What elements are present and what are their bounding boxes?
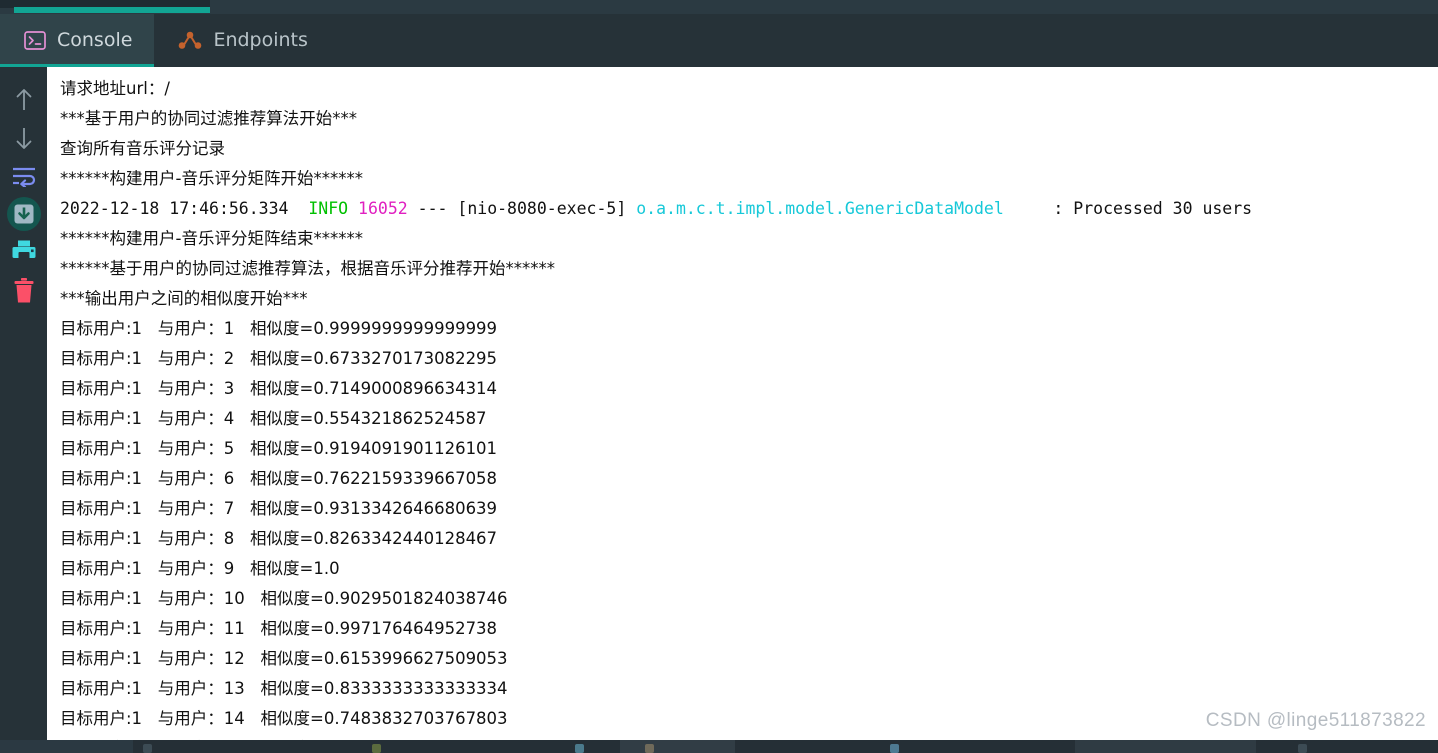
log-line: 目标用户:1 与用户：10 相似度=0.9029501824038746 <box>60 584 1438 614</box>
log-line-text: ***输出用户之间的相似度开始*** <box>60 289 308 308</box>
log-line-text: 目标用户:1 与用户：7 相似度=0.9313342646680639 <box>60 499 498 518</box>
log-line-text: ******构建用户-音乐评分矩阵结束****** <box>60 229 363 248</box>
arrow-down-icon <box>13 125 35 151</box>
log-line-text: 目标用户:1 与用户：9 相似度=1.0 <box>60 559 340 578</box>
log-line: 目标用户:1 与用户：9 相似度=1.0 <box>60 554 1438 584</box>
log-timestamp: 2022-12-18 17:46:56.334 <box>60 199 309 218</box>
top-progress-strip <box>0 0 1438 14</box>
log-line: 查询所有音乐评分记录 <box>60 134 1438 164</box>
log-line: 目标用户:1 与用户：11 相似度=0.997176464952738 <box>60 614 1438 644</box>
log-line: ******基于用户的协同过滤推荐算法，根据音乐评分推荐开始****** <box>60 254 1438 284</box>
log-line: 目标用户:1 与用户：1 相似度=0.9999999999999999 <box>60 314 1438 344</box>
log-line: 目标用户:1 与用户：7 相似度=0.9313342646680639 <box>60 494 1438 524</box>
log-line-text: ******基于用户的协同过滤推荐算法，根据音乐评分推荐开始****** <box>60 259 555 278</box>
log-line: 2022-12-18 17:46:56.334 INFO 16052 --- [… <box>60 194 1438 224</box>
log-line: 请求地址url：/ <box>60 74 1438 104</box>
download-icon <box>6 196 42 232</box>
log-line-text: 目标用户:1 与用户：11 相似度=0.997176464952738 <box>60 619 498 638</box>
sidebar-item-wrap-lines[interactable] <box>4 157 44 195</box>
taskbar-icon[interactable] <box>143 744 152 753</box>
log-line: 目标用户:1 与用户：14 相似度=0.7483832703767803 <box>60 704 1438 734</box>
console-toolbar-sidebar <box>0 67 47 753</box>
sidebar-item-print-log[interactable] <box>4 233 44 271</box>
log-line-text: 目标用户:1 与用户：4 相似度=0.554321862524587 <box>60 409 487 428</box>
printer-icon <box>10 239 38 265</box>
tab-console-label: Console <box>57 29 133 51</box>
log-line-text: 目标用户:1 与用户：6 相似度=0.7622159339667058 <box>60 469 498 488</box>
log-line-text: 目标用户:1 与用户：1 相似度=0.9999999999999999 <box>60 319 498 338</box>
log-line: 目标用户:1 与用户：3 相似度=0.7149000896634314 <box>60 374 1438 404</box>
log-line: 目标用户:1 与用户：6 相似度=0.7622159339667058 <box>60 464 1438 494</box>
wrap-text-icon <box>11 165 37 187</box>
log-line: ******构建用户-音乐评分矩阵开始****** <box>60 164 1438 194</box>
log-line-text: ***基于用户的协同过滤推荐算法开始*** <box>60 109 357 128</box>
terminal-icon <box>24 31 46 50</box>
sidebar-item-scroll-down[interactable] <box>4 119 44 157</box>
tab-bar: Console Endpoints <box>0 14 1438 67</box>
tab-console[interactable]: Console <box>0 14 155 67</box>
trash-icon <box>12 277 36 304</box>
sidebar-item-clear-log[interactable] <box>4 271 44 309</box>
taskbar-icon[interactable] <box>575 744 584 753</box>
log-logger: o.a.m.c.t.impl.model.GenericDataModel <box>636 199 1004 218</box>
taskbar-icon[interactable] <box>1298 744 1307 753</box>
log-line: 目标用户:1 与用户：5 相似度=0.9194091901126101 <box>60 434 1438 464</box>
log-space <box>348 199 358 218</box>
tab-endpoints-label: Endpoints <box>213 29 308 51</box>
log-line: 目标用户:1 与用户：4 相似度=0.554321862524587 <box>60 404 1438 434</box>
taskbar-icon[interactable] <box>372 744 381 753</box>
arrow-up-icon <box>13 87 35 113</box>
log-message: : Processed 30 users <box>1003 199 1253 218</box>
log-line: 目标用户:1 与用户：2 相似度=0.6733270173082295 <box>60 344 1438 374</box>
network-graph-icon <box>178 31 202 50</box>
log-line-text: 查询所有音乐评分记录 <box>60 139 225 158</box>
log-line: 目标用户:1 与用户：12 相似度=0.6153996627509053 <box>60 644 1438 674</box>
os-taskbar[interactable] <box>0 740 1438 753</box>
console-output[interactable]: 请求地址url：/ ***基于用户的协同过滤推荐算法开始*** 查询所有音乐评分记录… <box>47 67 1438 740</box>
tab-endpoints[interactable]: Endpoints <box>154 14 329 67</box>
log-line-text: 目标用户:1 与用户：3 相似度=0.7149000896634314 <box>60 379 498 398</box>
log-line-text: 目标用户:1 与用户：8 相似度=0.8263342440128467 <box>60 529 498 548</box>
log-line-text: 目标用户:1 与用户：14 相似度=0.7483832703767803 <box>60 709 508 728</box>
log-line-text: ******构建用户-音乐评分矩阵开始****** <box>60 169 363 188</box>
log-level: INFO <box>308 199 349 218</box>
taskbar-segment <box>0 740 133 753</box>
log-line-text: 目标用户:1 与用户：5 相似度=0.9194091901126101 <box>60 439 498 458</box>
log-lines-container: 请求地址url：/ ***基于用户的协同过滤推荐算法开始*** 查询所有音乐评分记录… <box>60 74 1438 740</box>
progress-fill <box>14 7 210 13</box>
taskbar-segment <box>1075 740 1256 753</box>
log-pid: 16052 <box>358 199 408 218</box>
sidebar-item-download-log[interactable] <box>4 195 44 233</box>
log-line: 目标用户:1 与用户：8 相似度=0.8263342440128467 <box>60 524 1438 554</box>
log-line: 目标用户:1 与用户：13 相似度=0.8333333333333334 <box>60 674 1438 704</box>
log-line-text: 请求地址url：/ <box>60 79 170 98</box>
log-line-text: 目标用户:1 与用户：12 相似度=0.6153996627509053 <box>60 649 508 668</box>
log-line-text: 目标用户:1 与用户：2 相似度=0.6733270173082295 <box>60 349 498 368</box>
log-line-text: 目标用户:1 与用户：10 相似度=0.9029501824038746 <box>60 589 508 608</box>
log-line-text: 目标用户:1 与用户：13 相似度=0.8333333333333334 <box>60 679 508 698</box>
log-line: ******构建用户-音乐评分矩阵结束****** <box>60 224 1438 254</box>
taskbar-segment <box>620 740 735 753</box>
log-thread: --- [nio-8080-exec-5] <box>407 199 637 218</box>
taskbar-icon[interactable] <box>645 744 654 753</box>
taskbar-icon[interactable] <box>890 744 899 753</box>
app-window: Console Endpoints 请求地址url：/ ***基于用户的协同过滤… <box>0 0 1438 753</box>
log-line: ***输出用户之间的相似度开始*** <box>60 284 1438 314</box>
sidebar-item-scroll-up[interactable] <box>4 81 44 119</box>
log-line: ***基于用户的协同过滤推荐算法开始*** <box>60 104 1438 134</box>
